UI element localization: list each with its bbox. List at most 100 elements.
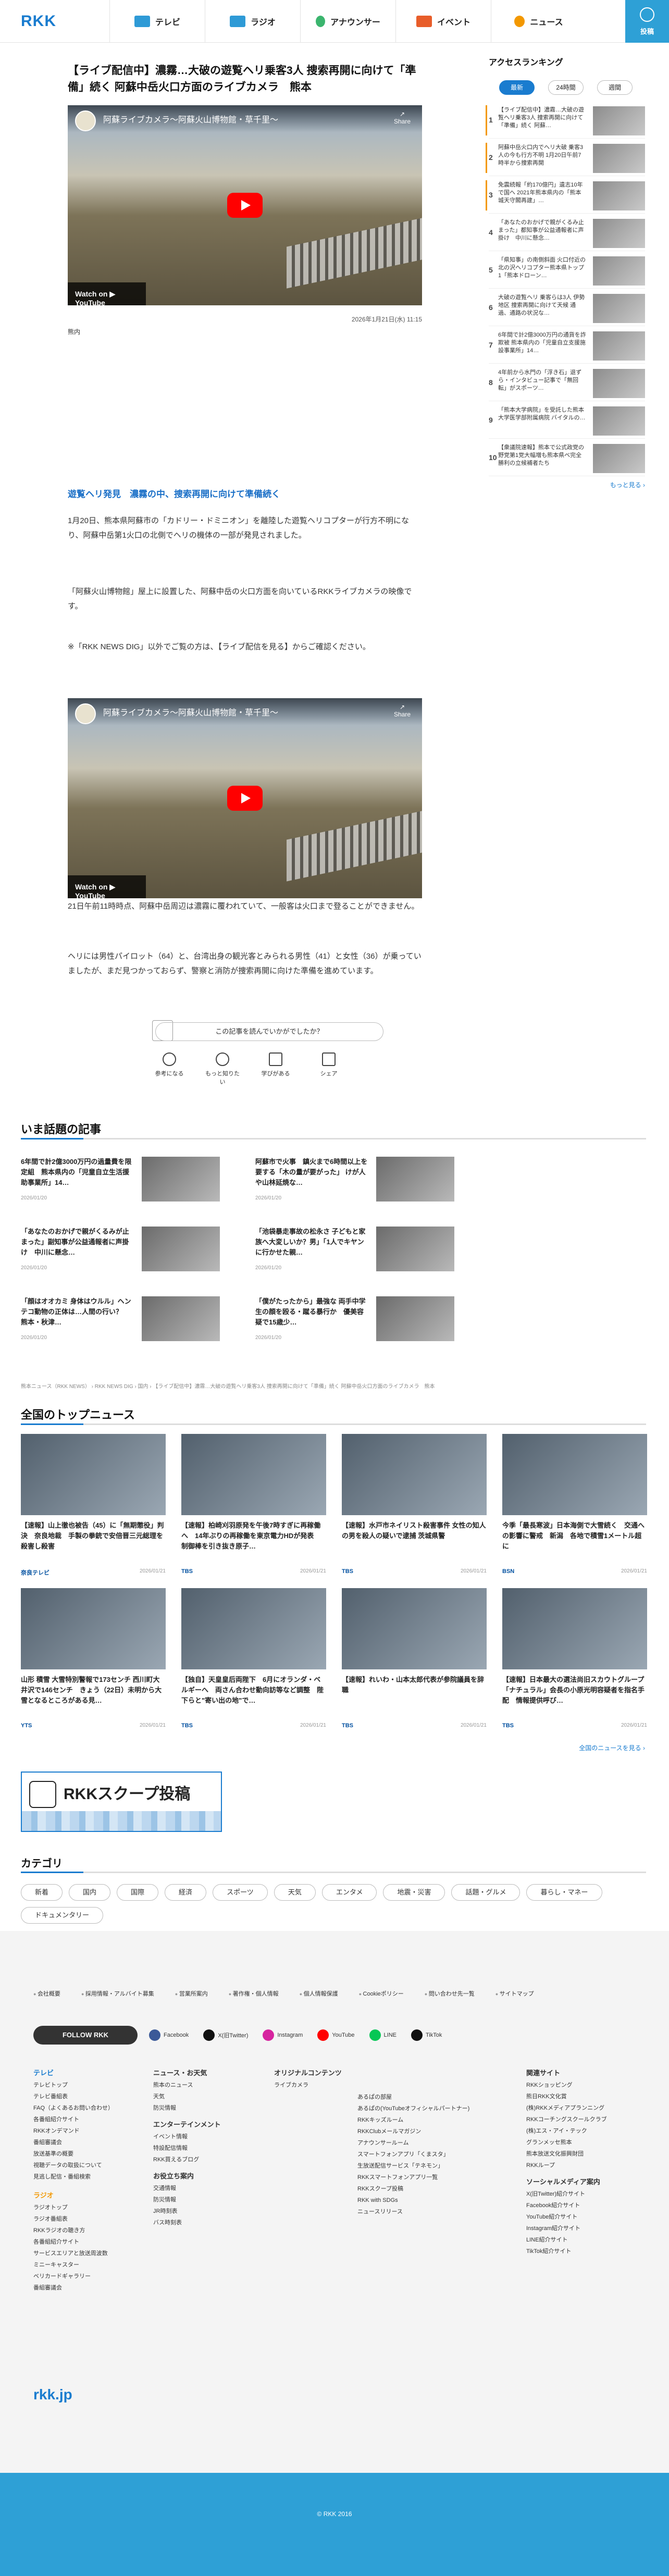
scoop-banner[interactable]: RKKスクープ投稿 bbox=[21, 1772, 222, 1832]
footer-link[interactable]: 各番組紹介サイト bbox=[33, 2114, 138, 2125]
footer-link[interactable]: RKKコーチングスクールクラブ bbox=[526, 2114, 646, 2125]
category-chip[interactable]: 話題・グルメ bbox=[451, 1884, 521, 1901]
footer-link[interactable]: RKKスマートフォンアプリ一覧 bbox=[357, 2172, 514, 2183]
footer-logo[interactable]: rkk.jp bbox=[33, 2386, 72, 2403]
footer-link[interactable]: 著作権・個人情報 bbox=[229, 1989, 279, 1998]
footer-link[interactable]: 生放送配信サービス「テネモン」 bbox=[357, 2160, 514, 2172]
footer-link[interactable]: 熊本放送文化振興財団 bbox=[526, 2148, 646, 2160]
footer-link[interactable]: 防災情報 bbox=[153, 2102, 257, 2114]
footer-link[interactable]: ラジオ番組表 bbox=[33, 2213, 138, 2225]
video-player-2[interactable]: 阿蘇ライブカメラ〜阿蘇火山博物館・草千里〜 ↗ Share Watch on ▶ … bbox=[68, 698, 422, 898]
footer-link[interactable]: 各番組紹介サイト bbox=[33, 2236, 138, 2248]
ranking-item[interactable]: 1 【ライブ配信中】濃霧…大破の遊覧ヘリ乗客3人 捜索再開に向けて「準備」続く 阿… bbox=[486, 102, 645, 139]
follow-rkk-button[interactable]: FOLLOW RKK bbox=[33, 2026, 138, 2045]
footer-link[interactable]: あるぱの部屋 bbox=[357, 2091, 514, 2103]
sns-link[interactable]: LINE bbox=[369, 2029, 397, 2041]
ranking-item[interactable]: 10 【衆議院速報】熊本で公式政党の野党第1党大幅増も熊本県ベ完全勝利の立候補者た… bbox=[489, 440, 645, 476]
footer-link[interactable]: RKKClubメールマガジン bbox=[357, 2126, 514, 2137]
video-player-1[interactable]: 阿蘇ライブカメラ〜阿蘇火山博物館・草千里〜 ↗ Share Watch on ▶ … bbox=[68, 105, 422, 305]
ranking-more-link[interactable]: もっと見る › bbox=[610, 480, 645, 489]
ranking-tab-week[interactable]: 週間 bbox=[597, 80, 633, 95]
topic-article[interactable]: 「僕がたったから」最強な 両手中学生の顔を殴る・蹴る暴行か 優美容疑で15歳少…… bbox=[255, 1296, 454, 1354]
footer-link[interactable]: スマートフォンアプリ「くまスタ」 bbox=[357, 2149, 514, 2160]
topic-article[interactable]: 6年間で計2億3000万円の過量費を限定組 熊本県内の「児童自立生活援助事業所」… bbox=[21, 1157, 220, 1214]
footer-link[interactable]: RKKループ bbox=[526, 2160, 646, 2171]
news-card[interactable]: 【速報】日本最大の選法尚旧スカウトグループ「ナチュラル」会長の小原光明容疑者を指… bbox=[502, 1588, 647, 1739]
nav-news[interactable]: ニュース bbox=[491, 0, 586, 43]
news-card[interactable]: 【速報】水戸市ネイリスト殺害事件 女性の知人の男を殺人の疑いで逮捕 茨城県警 TB… bbox=[342, 1434, 487, 1585]
footer-link[interactable]: Facebook紹介サイト bbox=[526, 2200, 646, 2211]
footer-link[interactable]: ニュースリリース bbox=[357, 2206, 514, 2218]
footer-link[interactable]: 採用情報・アルバイト募集 bbox=[81, 1989, 154, 1998]
channel-avatar[interactable] bbox=[75, 703, 96, 724]
category-chip[interactable]: ドキュメンタリー bbox=[21, 1907, 104, 1924]
footer-link[interactable]: 放送基準の概要 bbox=[33, 2148, 138, 2160]
nav-tv[interactable]: テレビ bbox=[109, 0, 205, 43]
footer-link[interactable]: サービスエリアと放送周波数 bbox=[33, 2248, 138, 2259]
category-chip[interactable]: 経済 bbox=[165, 1884, 207, 1901]
footer-link[interactable]: X(旧Twitter)紹介サイト bbox=[526, 2188, 646, 2200]
footer-link[interactable]: YouTube紹介サイト bbox=[526, 2211, 646, 2223]
ranking-item[interactable]: 6 大破の遊覧ヘリ 乗客らは3人 伊勢地区 捜索再開に向けて天候 通過、通路の状況… bbox=[489, 290, 645, 326]
topic-article[interactable]: 「顔はオオカミ 身体はウルル」ヘンテコ動物の正体は…人間の行い？ 熊本・秋津… 2… bbox=[21, 1296, 220, 1354]
ranking-item[interactable]: 2 阿蘇中岳火口内でヘリ大破 乗客3人の今も行方不明 1月20日午前7時半から捜索… bbox=[486, 140, 645, 176]
footer-link[interactable]: あるぱの(YouTubeオフィシャルパートナー) bbox=[357, 2103, 514, 2114]
share-icon[interactable]: ↗ Share bbox=[394, 110, 411, 125]
footer-link[interactable]: グランメッセ熊本 bbox=[526, 2137, 646, 2148]
footer-link[interactable]: LINE紹介サイト bbox=[526, 2234, 646, 2246]
footer-link[interactable]: RKKオンデマンド bbox=[33, 2125, 138, 2137]
footer-link[interactable]: 交通情報 bbox=[153, 2183, 257, 2194]
sns-link[interactable]: YouTube bbox=[317, 2029, 355, 2041]
footer-link[interactable]: 熊本のニュース bbox=[153, 2079, 257, 2091]
category-chip[interactable]: 暮らし・マネー bbox=[526, 1884, 602, 1901]
news-card[interactable]: 【速報】柏崎刈羽原発を午後7時すぎに再稼働へ 14年ぶりの再稼働を東京電力HDが… bbox=[181, 1434, 326, 1585]
sns-link[interactable]: Facebook bbox=[149, 2029, 189, 2041]
ranking-item[interactable]: 3 免震続報「約170億円」遺志10年で国へ 2021年熊本県内の「熊本城天守閣再… bbox=[486, 177, 645, 214]
share-icon[interactable]: ↗ Share bbox=[394, 703, 411, 718]
footer-link[interactable]: 番組審議会 bbox=[33, 2137, 138, 2148]
footer-link[interactable]: RKK with SDGs bbox=[357, 2195, 514, 2206]
footer-link[interactable]: イベント情報 bbox=[153, 2131, 257, 2142]
category-chip[interactable]: エンタメ bbox=[321, 1884, 377, 1901]
topic-article[interactable]: 阿蘇市で火事 鎮火まで6時間以上を要する「木の量が要がった」 けが人や山林延焼な… bbox=[255, 1157, 454, 1214]
footer-link[interactable]: RKKラジオの聴き方 bbox=[33, 2225, 138, 2236]
reaction-learn[interactable]: 学びがある bbox=[257, 1052, 294, 1086]
ranking-item[interactable]: 9 「熊本大学病院」を受託した熊本大学医学部附属病院 バイタルの… bbox=[489, 402, 645, 439]
watch-on-youtube[interactable]: Watch on ▶ YouTube bbox=[68, 875, 146, 898]
footer-link[interactable]: ラジオトップ bbox=[33, 2202, 138, 2213]
footer-link[interactable]: 熊日RKK文化賞 bbox=[526, 2091, 646, 2102]
footer-link[interactable]: 番組審議会 bbox=[33, 2282, 138, 2294]
footer-link[interactable]: RKKスクープ投稿 bbox=[357, 2183, 514, 2195]
ranking-item[interactable]: 4 「あなたのおかげで親がくるみ止まった」都知事が公益通報者に声掛け 中川に懸念… bbox=[489, 215, 645, 251]
footer-link[interactable]: 見逃し配信・番組検索 bbox=[33, 2171, 138, 2183]
sns-link[interactable]: TikTok bbox=[411, 2029, 442, 2041]
footer-link[interactable]: Instagram紹介サイト bbox=[526, 2223, 646, 2234]
play-icon[interactable] bbox=[227, 193, 263, 218]
footer-link[interactable]: 防災情報 bbox=[153, 2194, 257, 2206]
top-news-more-link[interactable]: 全国のニュースを見る › bbox=[579, 1743, 645, 1752]
footer-link[interactable]: アナウンサールーム bbox=[357, 2137, 514, 2149]
footer-link[interactable]: 問い合わせ先一覧 bbox=[425, 1989, 475, 1998]
footer-link[interactable]: 個人情報保護 bbox=[300, 1989, 338, 1998]
reaction-helpful[interactable]: 参考になる bbox=[151, 1052, 188, 1086]
footer-link[interactable]: 特設配信情報 bbox=[153, 2142, 257, 2154]
ranking-item[interactable]: 5 「県知事」の南側斜面 火口付近の北の沢ヘリコプター熊本県トップ1「熊本ドローン… bbox=[489, 252, 645, 289]
footer-link[interactable]: (株)RKKメディアプランニング bbox=[526, 2102, 646, 2114]
news-card[interactable]: 今季「最長寒波」日本海側で大雪続く 交通への影響に警戒 新潟 各地で積雪1メート… bbox=[502, 1434, 647, 1585]
category-chip[interactable]: スポーツ bbox=[213, 1884, 268, 1901]
footer-link[interactable]: 営業所案内 bbox=[175, 1989, 208, 1998]
footer-link[interactable]: 会社概要 bbox=[33, 1989, 60, 1998]
topic-article[interactable]: 「あなたのおかげで親がくるみが止まった」副知事が公益通報者に声掛け 中川に懸念…… bbox=[21, 1227, 220, 1284]
nav-event[interactable]: イベント bbox=[395, 0, 491, 43]
news-card[interactable]: 【速報】山上徹也被告（45）に「無期懲役」判決 奈良地裁 手製の拳銃で安倍晋三元… bbox=[21, 1434, 166, 1585]
footer-link[interactable]: ミニーキャスター bbox=[33, 2259, 138, 2271]
footer-link[interactable]: (株)エス・アイ・テック bbox=[526, 2125, 646, 2137]
nav-announcer[interactable]: アナウンサー bbox=[300, 0, 395, 43]
ranking-item[interactable]: 8 4年前から水門の「浮き石」退ずら・インタビュー記事で「無回転」がスポーツ… bbox=[489, 365, 645, 401]
reaction-more[interactable]: もっと知りたい bbox=[204, 1052, 241, 1086]
sns-link[interactable]: Instagram bbox=[263, 2029, 303, 2041]
category-chip[interactable]: 国際 bbox=[117, 1884, 159, 1901]
post-button[interactable]: 投稿 bbox=[625, 0, 669, 43]
news-card[interactable]: 山形 積雪 大雪特別警報で173センチ 西川町大井沢で146センチ きょう（22… bbox=[21, 1588, 166, 1739]
breadcrumb[interactable]: 熊本ニュース（RKK NEWS） › RKK NEWS DIG › 国内 › 【… bbox=[21, 1382, 646, 1390]
